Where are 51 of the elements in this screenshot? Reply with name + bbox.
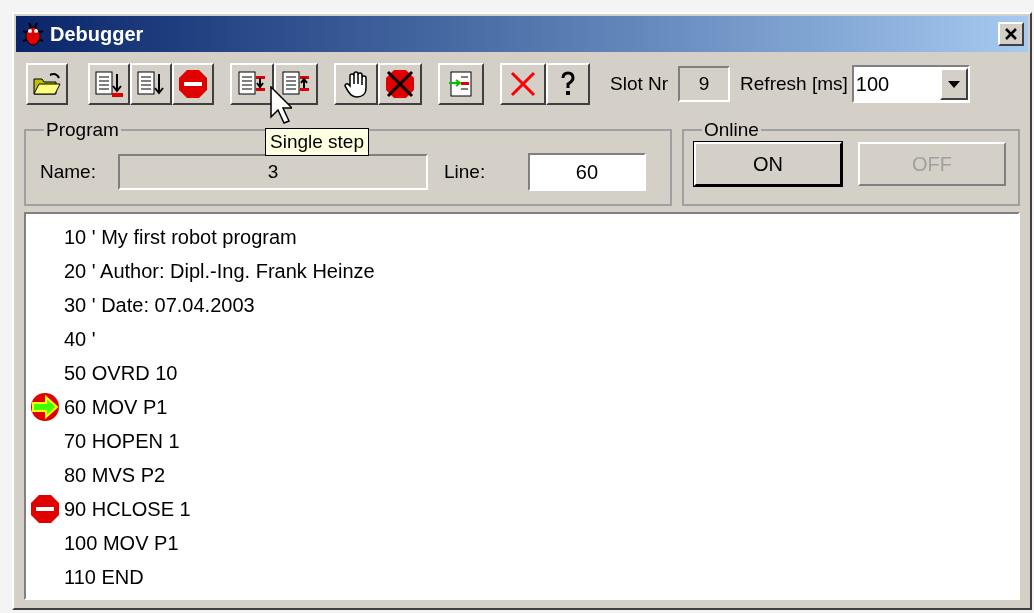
code-line[interactable]: 20 ' Author: Dipl.-Ing. Frank Heinze [64, 256, 375, 286]
run-to-end-button[interactable] [88, 63, 130, 105]
open-folder-button[interactable] [26, 63, 68, 105]
code-line[interactable]: 60 MOV P1 [64, 392, 168, 422]
code-line[interactable]: 110 END [64, 562, 144, 592]
stop-sign-icon [178, 69, 208, 99]
caret-icon [947, 80, 960, 88]
hand-button[interactable] [334, 63, 378, 105]
refresh-label: Refresh [ms] [740, 71, 848, 96]
bug-icon [20, 21, 46, 47]
stop-sign-icon [30, 494, 60, 524]
crossed-stop-sign-icon [385, 69, 415, 99]
document-arrow-down-icon [94, 70, 124, 98]
step-into-icon [237, 70, 267, 98]
step-up-icon [281, 70, 311, 98]
line-label: Line: [443, 159, 487, 184]
name-label: Name: [40, 159, 96, 184]
code-line[interactable]: 40 ' [64, 324, 96, 354]
close-button[interactable] [998, 22, 1024, 46]
single-step-button[interactable] [230, 63, 274, 105]
code-line[interactable]: 70 HOPEN 1 [64, 426, 180, 456]
code-line[interactable]: 10 ' My first robot program [64, 222, 297, 252]
help-icon [560, 71, 576, 97]
document-arrow-down-icon [136, 70, 166, 98]
run-button[interactable] [130, 63, 172, 105]
refresh-dropdown[interactable]: 100 [851, 65, 970, 103]
delete-icon [509, 70, 537, 98]
window-title: Debugger [50, 22, 144, 47]
tooltip: Single step [265, 128, 369, 156]
code-line[interactable]: 50 OVRD 10 [64, 358, 178, 388]
arrow-marker-icon [30, 392, 60, 422]
online-toggle-button[interactable]: ON [694, 142, 842, 186]
line-field: 60 [527, 153, 646, 191]
mouse-cursor-icon [270, 86, 292, 124]
code-line[interactable]: 100 MOV P1 [64, 528, 179, 558]
hand-icon [343, 70, 369, 98]
code-line[interactable]: 30 ' Date: 07.04.2003 [64, 290, 255, 320]
stop-button[interactable] [172, 63, 214, 105]
folder-icon [32, 71, 62, 97]
help-button[interactable] [546, 63, 590, 105]
dropdown-button[interactable] [939, 68, 968, 100]
step-back-button[interactable] [274, 63, 318, 105]
jump-to-line-button[interactable] [438, 63, 484, 105]
slot-number-field: 9 [678, 66, 731, 102]
clear-breakpoints-button[interactable] [378, 63, 422, 105]
close-icon [1004, 27, 1018, 41]
slot-label: Slot Nr [610, 71, 669, 96]
code-line[interactable]: 80 MVS P2 [64, 460, 166, 490]
document-arrow-right-icon [447, 70, 475, 98]
delete-button[interactable] [500, 63, 546, 105]
code-line[interactable]: 90 HCLOSE 1 [64, 494, 191, 524]
